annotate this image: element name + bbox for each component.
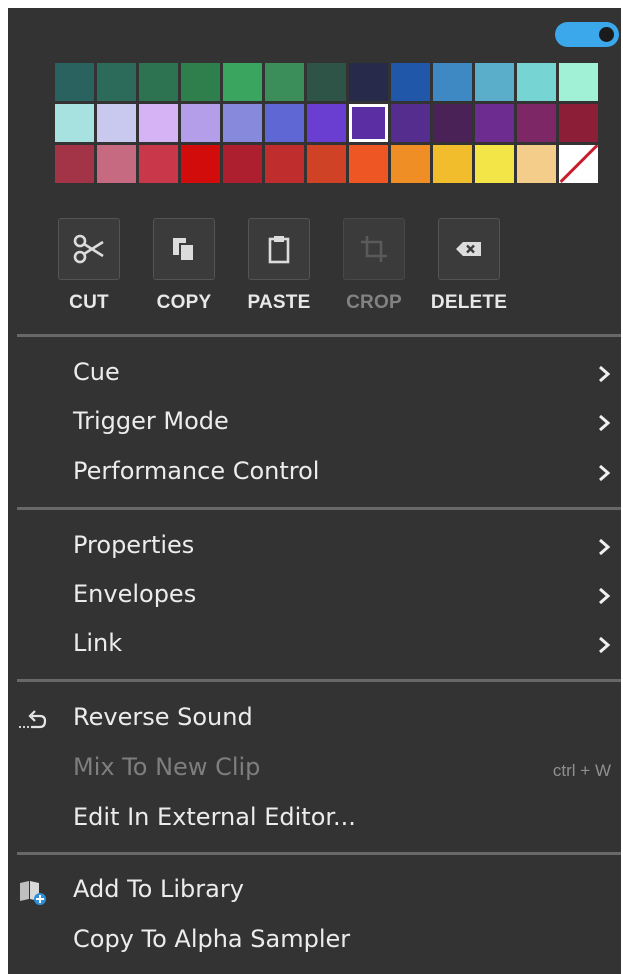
color-swatch[interactable] xyxy=(223,63,262,101)
chevron-right-icon xyxy=(599,587,611,605)
color-swatch[interactable] xyxy=(391,104,430,142)
menu-divider xyxy=(17,507,621,510)
delete-tool[interactable]: DELETE xyxy=(424,218,514,314)
color-swatch[interactable] xyxy=(475,63,514,101)
copy-icon xyxy=(173,238,195,262)
copy-button[interactable] xyxy=(153,218,215,280)
color-swatch[interactable] xyxy=(55,104,94,142)
color-swatch[interactable] xyxy=(517,145,556,183)
delete-label: DELETE xyxy=(430,292,508,313)
backspace-icon xyxy=(456,242,481,256)
paste-label: PASTE xyxy=(247,292,311,313)
color-swatch[interactable] xyxy=(139,63,178,101)
crop-button[interactable] xyxy=(343,218,405,280)
color-swatch[interactable] xyxy=(391,63,430,101)
menu-item-label: Properties xyxy=(73,531,195,559)
color-swatch[interactable] xyxy=(475,104,514,142)
color-swatch[interactable] xyxy=(265,145,304,183)
menu-item-performance-control[interactable]: Performance Control xyxy=(8,453,621,493)
crop-icon xyxy=(361,236,387,262)
menu-divider xyxy=(17,852,621,855)
menu-item-trigger-mode[interactable]: Trigger Mode xyxy=(8,403,621,443)
menu-divider xyxy=(17,679,621,682)
menu-item-label: Trigger Mode xyxy=(73,407,229,435)
menu-item-reverse-sound[interactable]: Reverse Sound xyxy=(8,699,621,739)
color-swatch[interactable] xyxy=(517,63,556,101)
menu-item-label: Performance Control xyxy=(73,457,320,485)
color-swatch[interactable] xyxy=(433,104,472,142)
menu-item-edit-in-external-editor[interactable]: Edit In External Editor... xyxy=(8,799,621,839)
menu-item-mix-to-new-clip[interactable]: Mix To New Clip ctrl + W xyxy=(8,749,621,789)
paste-tool[interactable]: PASTE xyxy=(234,218,324,314)
copy-label: COPY xyxy=(156,292,212,313)
menu-item-label: Reverse Sound xyxy=(73,703,253,731)
color-swatch[interactable] xyxy=(349,145,388,183)
color-palette xyxy=(55,63,598,183)
crop-label: CROP xyxy=(346,292,402,313)
chevron-right-icon xyxy=(599,365,611,383)
menu-item-label: Copy To Alpha Sampler xyxy=(73,925,351,953)
color-swatch[interactable] xyxy=(559,63,598,101)
crop-tool[interactable]: CROP xyxy=(329,218,419,314)
menu-item-label: Edit In External Editor... xyxy=(73,803,356,831)
color-swatch[interactable] xyxy=(349,63,388,101)
menu-item-label: Envelopes xyxy=(73,580,197,608)
color-swatch[interactable] xyxy=(475,145,514,183)
toggle-knob xyxy=(599,27,614,42)
chevron-right-icon xyxy=(599,464,611,482)
color-swatch[interactable] xyxy=(97,63,136,101)
menu-item-label: Cue xyxy=(73,358,120,386)
menu-item-envelopes[interactable]: Envelopes xyxy=(8,576,621,616)
color-swatch[interactable] xyxy=(391,145,430,183)
menu-item-copy-to-alpha-sampler[interactable]: Copy To Alpha Sampler xyxy=(8,921,621,961)
color-swatch[interactable] xyxy=(223,145,262,183)
color-swatch[interactable] xyxy=(307,63,346,101)
no-color-swatch[interactable] xyxy=(559,145,598,183)
color-swatch[interactable] xyxy=(265,63,304,101)
color-swatch[interactable] xyxy=(223,104,262,142)
reverse-icon xyxy=(19,710,47,729)
library-add-icon xyxy=(20,881,46,905)
color-swatch[interactable] xyxy=(517,104,556,142)
color-swatch[interactable] xyxy=(181,63,220,101)
color-swatch[interactable] xyxy=(181,104,220,142)
menu-item-cue[interactable]: Cue xyxy=(8,354,621,394)
color-swatch[interactable] xyxy=(559,104,598,142)
cut-button[interactable] xyxy=(58,218,120,280)
cut-tool[interactable]: CUT xyxy=(44,218,134,314)
color-swatch[interactable] xyxy=(55,63,94,101)
menu-item-link[interactable]: Link xyxy=(8,625,621,665)
chevron-right-icon xyxy=(599,414,611,432)
menu-item-label: Add To Library xyxy=(73,875,244,903)
color-swatch[interactable] xyxy=(139,104,178,142)
shortcut-label: ctrl + W xyxy=(552,761,611,780)
color-swatch[interactable] xyxy=(181,145,220,183)
color-swatch[interactable] xyxy=(307,104,346,142)
copy-tool[interactable]: COPY xyxy=(139,218,229,314)
color-swatch[interactable] xyxy=(139,145,178,183)
color-swatch[interactable] xyxy=(433,63,472,101)
color-swatch[interactable] xyxy=(349,104,388,142)
toggle-switch[interactable] xyxy=(555,22,619,47)
menu-item-label: Link xyxy=(73,629,123,657)
context-menu: CUT COPY PASTE CROP DELETE Cue Trigger M… xyxy=(8,8,621,974)
delete-button[interactable] xyxy=(438,218,500,280)
cut-label: CUT xyxy=(69,292,109,313)
color-swatch[interactable] xyxy=(97,104,136,142)
chevron-right-icon xyxy=(599,538,611,556)
clipboard-icon xyxy=(268,236,290,264)
color-swatch[interactable] xyxy=(433,145,472,183)
color-swatch[interactable] xyxy=(307,145,346,183)
paste-button[interactable] xyxy=(248,218,310,280)
menu-item-label: Mix To New Clip xyxy=(73,753,261,781)
color-swatch[interactable] xyxy=(265,104,304,142)
menu-item-properties[interactable]: Properties xyxy=(8,527,621,567)
color-swatch[interactable] xyxy=(55,145,94,183)
chevron-right-icon xyxy=(599,636,611,654)
menu-item-add-to-library[interactable]: Add To Library xyxy=(8,871,621,911)
scissors-icon xyxy=(73,234,104,264)
menu-divider xyxy=(17,334,621,337)
color-swatch[interactable] xyxy=(97,145,136,183)
